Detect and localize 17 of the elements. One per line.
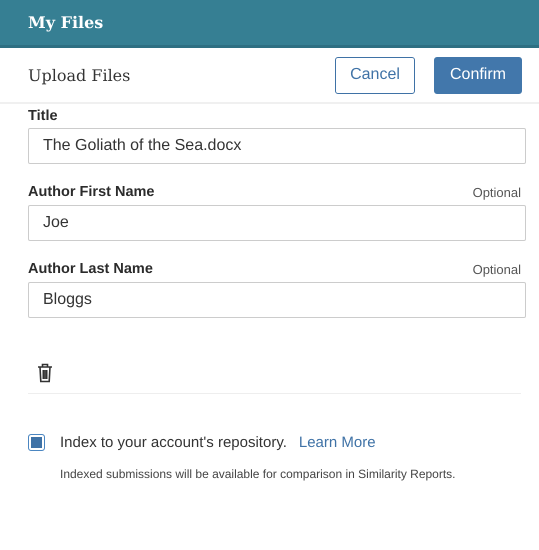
optional-hint: Optional (472, 184, 521, 200)
field-label: Title (28, 108, 58, 124)
input-field[interactable]: Joe (28, 205, 526, 241)
learn-more-link[interactable]: Learn More (298, 434, 376, 451)
checkbox[interactable] (28, 434, 45, 451)
help-text: Indexed submissions will be available for comparison in Similarity Reports. (60, 467, 457, 481)
field-label: Author Last Name (28, 261, 153, 277)
input-field[interactable]: Bloggs (28, 282, 526, 318)
cancel-button[interactable]: Cancel (335, 56, 415, 94)
optional-hint: Optional (472, 262, 521, 276)
dialog-title: Upload Files (28, 66, 130, 84)
app-title: My Files (28, 13, 104, 32)
trash-icon[interactable] (37, 363, 53, 383)
confirm-button[interactable]: Confirm (434, 56, 522, 94)
input-field[interactable]: The Goliath of the Sea.docx (28, 128, 526, 164)
field-label: Author First Name (28, 184, 154, 200)
checkbox-label: Index to your account's repository. (60, 434, 287, 451)
